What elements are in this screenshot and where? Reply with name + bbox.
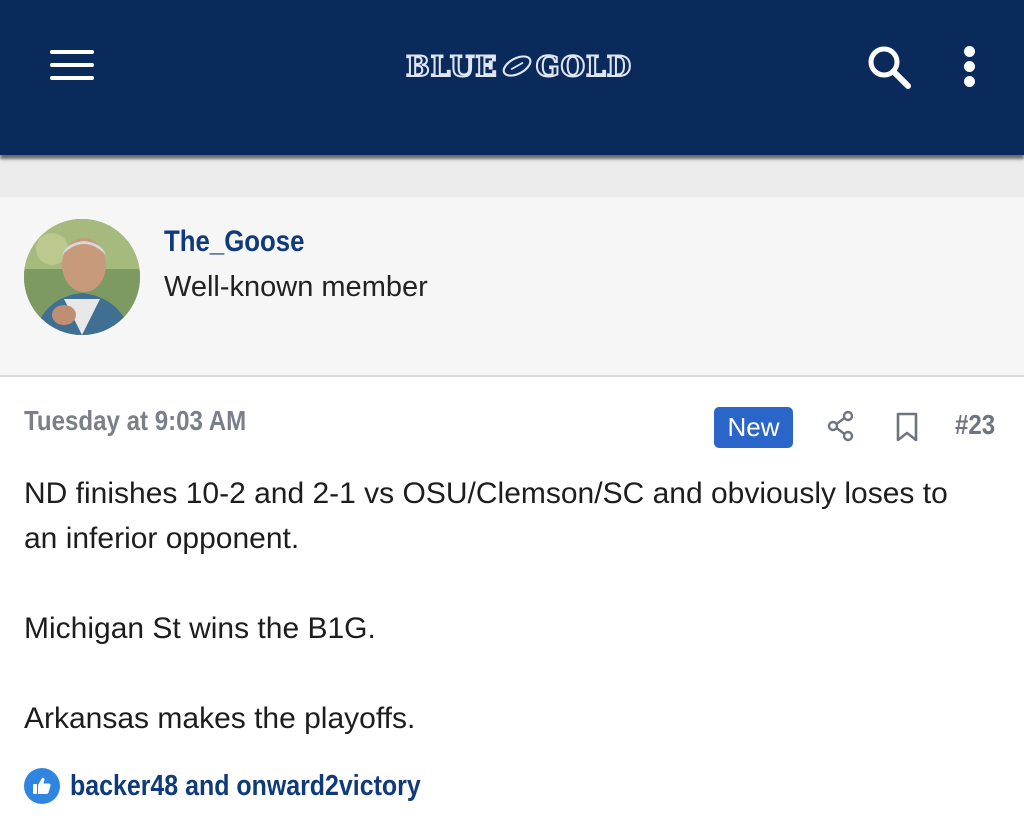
avatar[interactable] bbox=[24, 219, 140, 335]
post-number-link[interactable]: #23 bbox=[955, 409, 995, 441]
logo-word-gold: GOLD bbox=[535, 49, 632, 84]
reactions-bar[interactable]: backer48 and onward2victory bbox=[24, 766, 478, 806]
post-paragraph: Michigan St wins the B1G. bbox=[24, 612, 376, 645]
hamburger-menu-icon[interactable] bbox=[50, 50, 94, 84]
share-icon[interactable] bbox=[826, 409, 856, 443]
search-icon[interactable] bbox=[866, 44, 912, 90]
post-date[interactable]: Tuesday at 9:03 AM bbox=[24, 405, 246, 437]
site-logo[interactable]: BLUE GOLD bbox=[405, 44, 632, 88]
post-body: ND finishes 10-2 and 2-1 vs OSU/Clemson/… bbox=[24, 471, 984, 741]
logo-word-blue: BLUE bbox=[405, 49, 498, 84]
new-badge: New bbox=[714, 407, 793, 448]
post-content: Tuesday at 9:03 AM New #23 ND finishes 1… bbox=[0, 379, 1024, 826]
football-icon bbox=[502, 55, 532, 77]
reaction-users[interactable]: backer48 and onward2victory bbox=[70, 770, 421, 803]
author-username[interactable]: The_Goose bbox=[164, 225, 305, 259]
site-header: BLUE GOLD bbox=[0, 0, 1024, 155]
post-author-block: The_Goose Well-known member bbox=[0, 197, 1024, 377]
post-paragraph: ND finishes 10-2 and 2-1 vs OSU/Clemson/… bbox=[24, 477, 948, 555]
thumbs-up-icon bbox=[24, 768, 60, 804]
vertical-ellipsis-icon[interactable] bbox=[960, 46, 978, 90]
post-paragraph: Arkansas makes the playoffs. bbox=[24, 702, 416, 735]
header-spacer bbox=[0, 155, 1024, 197]
bookmark-icon[interactable] bbox=[894, 411, 920, 443]
author-title: Well-known member bbox=[164, 271, 428, 303]
